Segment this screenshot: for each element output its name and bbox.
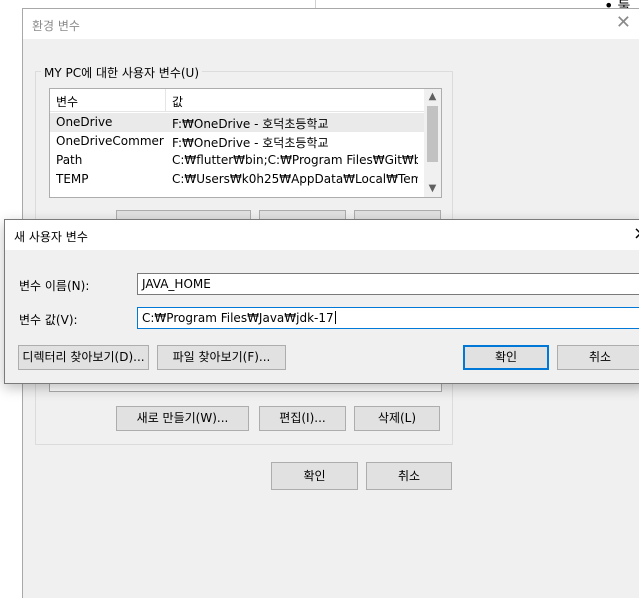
column-header-name[interactable]: 변수 [56, 93, 78, 110]
list-item[interactable]: TEMP C:₩Users₩k0h25₩AppData₩Local₩Temp [50, 170, 424, 189]
system-new-button[interactable]: 새로 만들기(W)... [116, 406, 249, 431]
variable-name: TEMP [56, 172, 89, 186]
variable-value: F:₩OneDrive - 호덕초등학교 [172, 117, 329, 131]
env-dialog-titlebar[interactable]: 환경 변수 ✕ [23, 9, 639, 39]
variable-name-label: 변수 이름(N): [19, 279, 90, 293]
variable-value: F:₩OneDrive - 호덕초등학교 [172, 136, 329, 150]
ok-button[interactable]: 확인 [271, 462, 358, 490]
list-header: 변수 값 [50, 89, 424, 112]
list-item[interactable]: Path C:₩flutter₩bin;C:₩Program Files₩Git… [50, 151, 424, 170]
variable-value-label: 변수 값(V): [19, 313, 78, 327]
new-dialog-title: 새 사용자 변수 [14, 230, 88, 244]
ok-button[interactable]: 확인 [463, 345, 549, 370]
close-icon[interactable]: ✕ [616, 13, 631, 33]
new-user-variable-dialog: 새 사용자 변수 × 변수 이름(N): JAVA_HOME 변수 값(V): … [4, 219, 639, 384]
list-scrollbar[interactable]: ▲ ▼ [424, 89, 441, 197]
variable-name: Path [56, 153, 83, 167]
variable-name: OneDrive [56, 115, 113, 129]
variable-name-field[interactable]: JAVA_HOME [137, 273, 639, 295]
scroll-up-icon[interactable]: ▲ [424, 89, 441, 105]
variable-name: OneDriveCommer... [56, 134, 164, 148]
text-caret [334, 311, 336, 324]
env-dialog-title: 환경 변수 [32, 19, 80, 33]
cancel-button[interactable]: 취소 [557, 345, 639, 370]
browse-directory-button[interactable]: 디렉터리 찾아보기(D)... [18, 345, 149, 370]
scroll-down-icon[interactable]: ▼ [424, 181, 441, 197]
cancel-button[interactable]: 취소 [366, 462, 452, 490]
user-variables-group-label: MY PC에 대한 사용자 변수(U) [41, 64, 203, 81]
user-edit-button-peek[interactable] [259, 210, 346, 219]
user-variables-list[interactable]: 변수 값 OneDrive F:₩OneDrive - 호덕초등학교 OneDr… [49, 88, 442, 198]
variable-value-field[interactable]: C:₩Program Files₩Java₩jdk-17 [137, 307, 639, 329]
browse-file-button[interactable]: 파일 찾아보기(F)... [157, 345, 286, 370]
variable-value: C:₩Users₩k0h25₩AppData₩Local₩Temp [172, 172, 418, 186]
list-item[interactable]: OneDriveCommer... F:₩OneDrive - 호덕초등학교 [50, 132, 424, 151]
new-dialog-titlebar[interactable]: 새 사용자 변수 × [5, 220, 639, 250]
variable-name-value: JAVA_HOME [142, 277, 211, 291]
user-delete-button-peek[interactable] [354, 210, 441, 219]
column-header-value[interactable]: 값 [172, 93, 183, 110]
close-icon[interactable]: × [633, 224, 639, 244]
variable-value: C:₩flutter₩bin;C:₩Program Files₩Git₩bin;… [172, 153, 418, 167]
system-delete-button[interactable]: 삭제(L) [354, 406, 440, 431]
column-divider[interactable] [165, 89, 166, 111]
user-new-button-peek[interactable] [116, 210, 251, 219]
list-item[interactable]: OneDrive F:₩OneDrive - 호덕초등학교 [50, 113, 424, 132]
system-edit-button[interactable]: 편집(I)... [259, 406, 346, 431]
scrollbar-thumb[interactable] [427, 106, 438, 162]
variable-value-text: C:₩Program Files₩Java₩jdk-17 [142, 311, 334, 325]
